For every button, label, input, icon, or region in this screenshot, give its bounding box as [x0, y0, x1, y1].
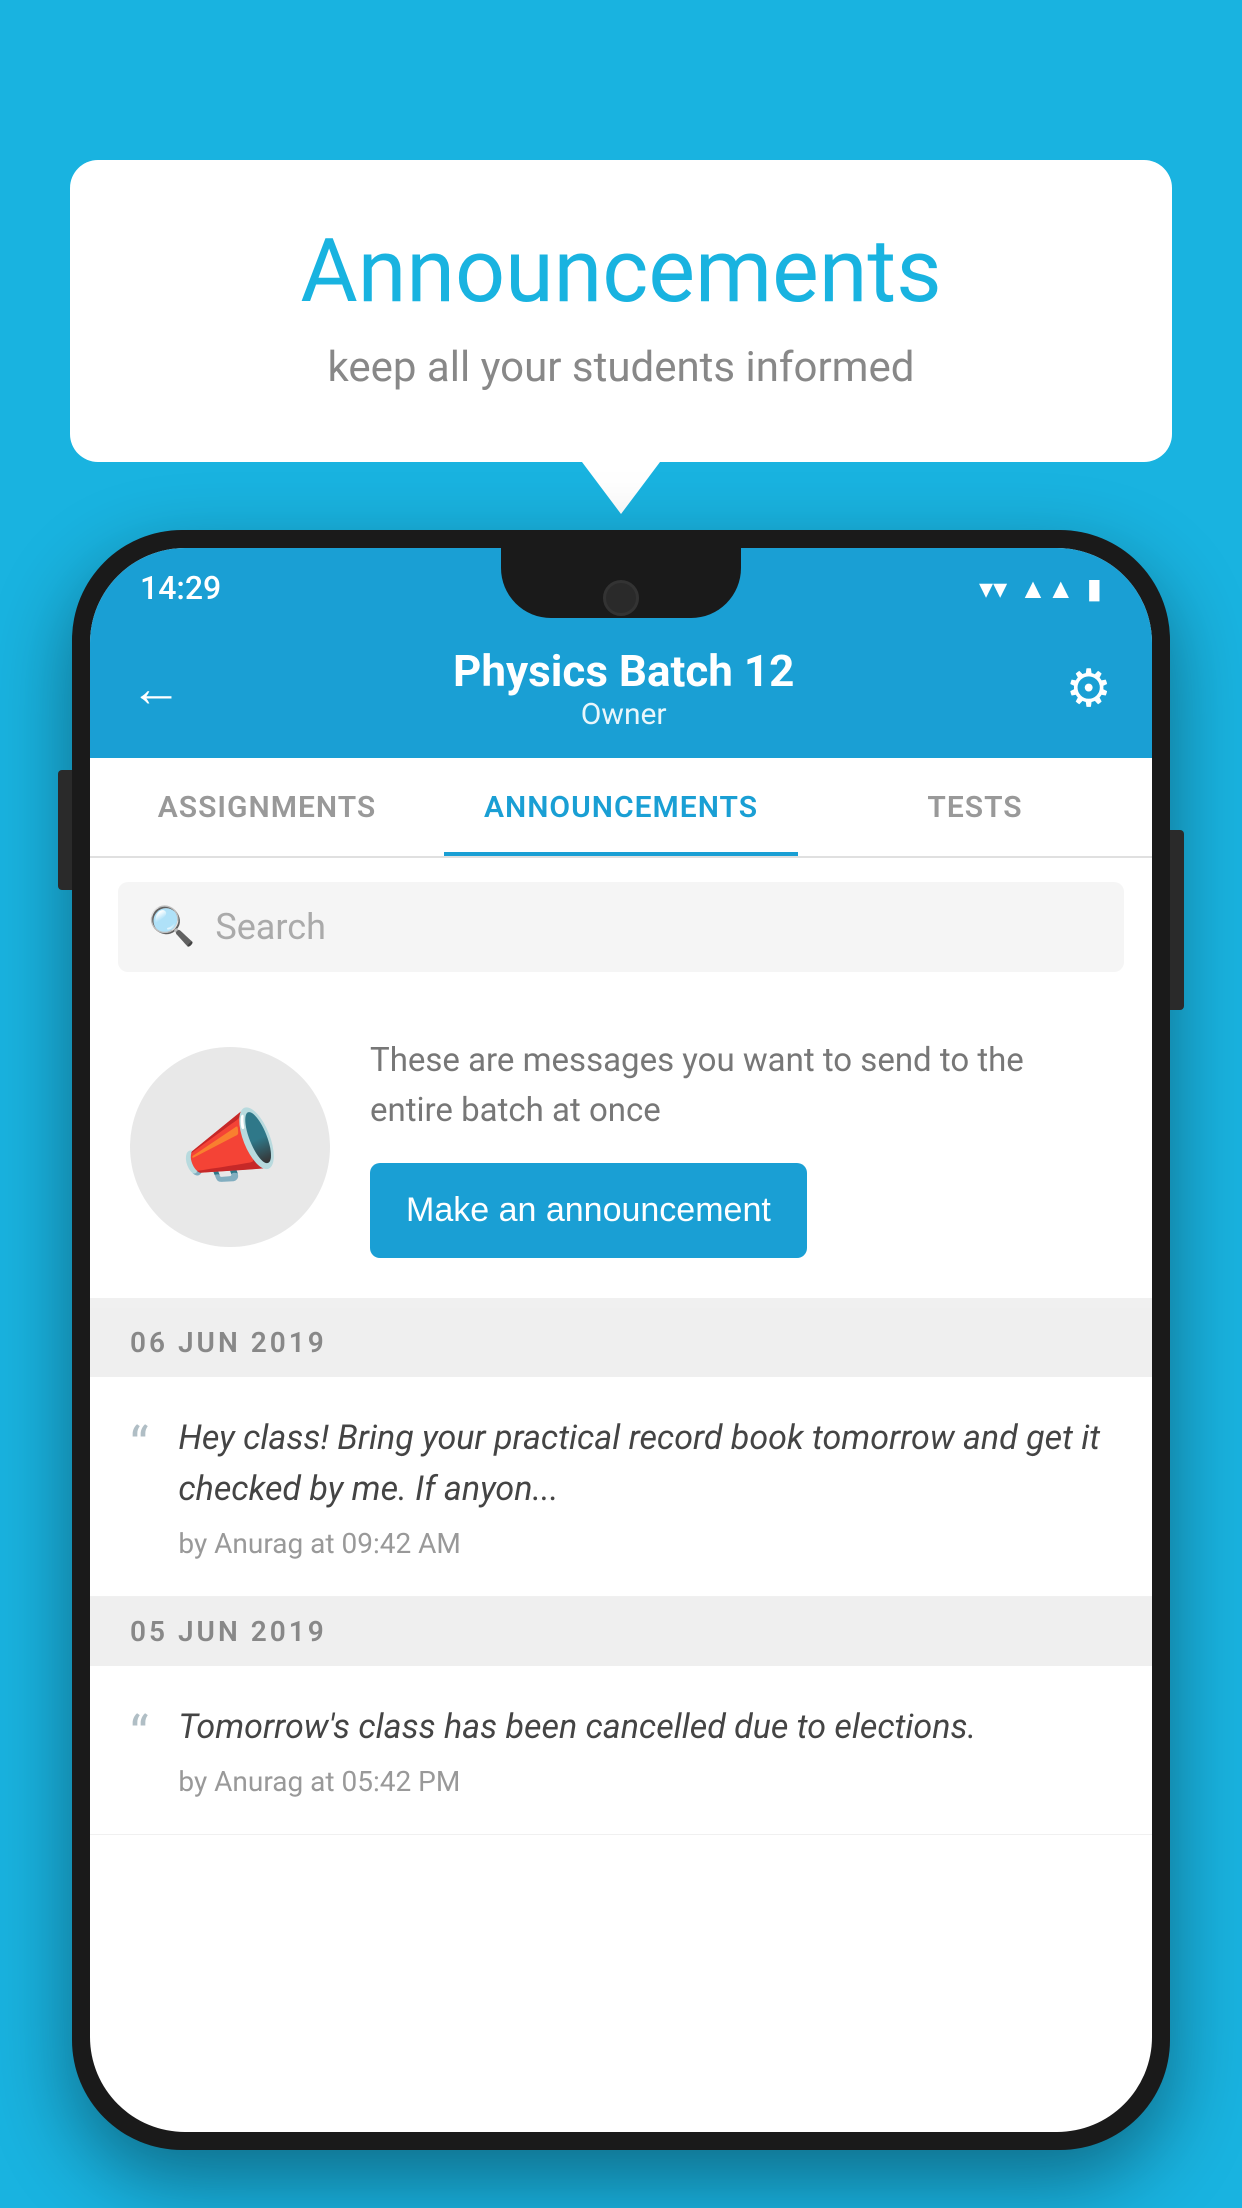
phone-power-button	[1170, 830, 1184, 1010]
search-container: 🔍 Search	[90, 858, 1152, 996]
battery-icon: ▮	[1087, 572, 1102, 605]
settings-icon[interactable]: ⚙	[1065, 658, 1112, 719]
announcement-content-1: Hey class! Bring your practical record b…	[178, 1413, 1112, 1560]
search-placeholder: Search	[215, 906, 326, 948]
search-bar[interactable]: 🔍 Search	[118, 882, 1124, 972]
date-label-1: 06 JUN 2019	[130, 1326, 327, 1359]
phone-outer-shell: 14:29 ▾▾ ▲▲ ▮ ← Physics Batch 12 Owner ⚙	[72, 530, 1170, 2150]
date-label-2: 05 JUN 2019	[130, 1615, 327, 1648]
phone-mockup: 14:29 ▾▾ ▲▲ ▮ ← Physics Batch 12 Owner ⚙	[72, 530, 1170, 2150]
speech-bubble-section: Announcements keep all your students inf…	[70, 160, 1172, 462]
tab-tests[interactable]: TESTS	[798, 758, 1152, 856]
tabs-bar: ASSIGNMENTS ANNOUNCEMENTS TESTS	[90, 758, 1152, 858]
promo-section: 📣 These are messages you want to send to…	[90, 996, 1152, 1308]
quote-icon-2: “	[130, 1710, 148, 1762]
announcement-item-1[interactable]: “ Hey class! Bring your practical record…	[90, 1377, 1152, 1597]
date-section-2: 05 JUN 2019	[90, 1597, 1152, 1666]
status-icons: ▾▾ ▲▲ ▮	[979, 572, 1102, 605]
wifi-icon: ▾▾	[979, 572, 1007, 605]
announcement-author-2: by Anurag at 05:42 PM	[178, 1765, 1112, 1798]
phone-camera	[603, 580, 639, 616]
quote-icon-1: “	[130, 1421, 148, 1473]
phone-notch	[501, 548, 741, 618]
status-time: 14:29	[140, 569, 221, 607]
megaphone-circle: 📣	[130, 1047, 330, 1247]
tab-announcements[interactable]: ANNOUNCEMENTS	[444, 758, 798, 856]
user-role: Owner	[453, 697, 794, 732]
batch-name: Physics Batch 12	[453, 645, 794, 697]
bubble-title: Announcements	[150, 220, 1092, 323]
bubble-subtitle: keep all your students informed	[150, 343, 1092, 392]
phone-screen: 14:29 ▾▾ ▲▲ ▮ ← Physics Batch 12 Owner ⚙	[90, 548, 1152, 2132]
signal-icon: ▲▲	[1019, 572, 1074, 605]
announcement-author-1: by Anurag at 09:42 AM	[178, 1527, 1112, 1560]
phone-volume-button	[58, 770, 72, 890]
announcement-text-1: Hey class! Bring your practical record b…	[178, 1413, 1112, 1515]
megaphone-icon: 📣	[180, 1100, 280, 1194]
promo-content: These are messages you want to send to t…	[370, 1036, 1112, 1258]
tab-assignments[interactable]: ASSIGNMENTS	[90, 758, 444, 856]
announcement-item-2[interactable]: “ Tomorrow's class has been cancelled du…	[90, 1666, 1152, 1835]
back-button[interactable]: ←	[130, 658, 182, 719]
search-icon: 🔍	[148, 905, 195, 949]
announcement-content-2: Tomorrow's class has been cancelled due …	[178, 1702, 1112, 1798]
make-announcement-button[interactable]: Make an announcement	[370, 1163, 807, 1258]
header-title-group: Physics Batch 12 Owner	[453, 645, 794, 732]
date-section-1: 06 JUN 2019	[90, 1308, 1152, 1377]
app-header: ← Physics Batch 12 Owner ⚙	[90, 618, 1152, 758]
speech-bubble-card: Announcements keep all your students inf…	[70, 160, 1172, 462]
promo-description: These are messages you want to send to t…	[370, 1036, 1112, 1135]
announcement-text-2: Tomorrow's class has been cancelled due …	[178, 1702, 1112, 1753]
